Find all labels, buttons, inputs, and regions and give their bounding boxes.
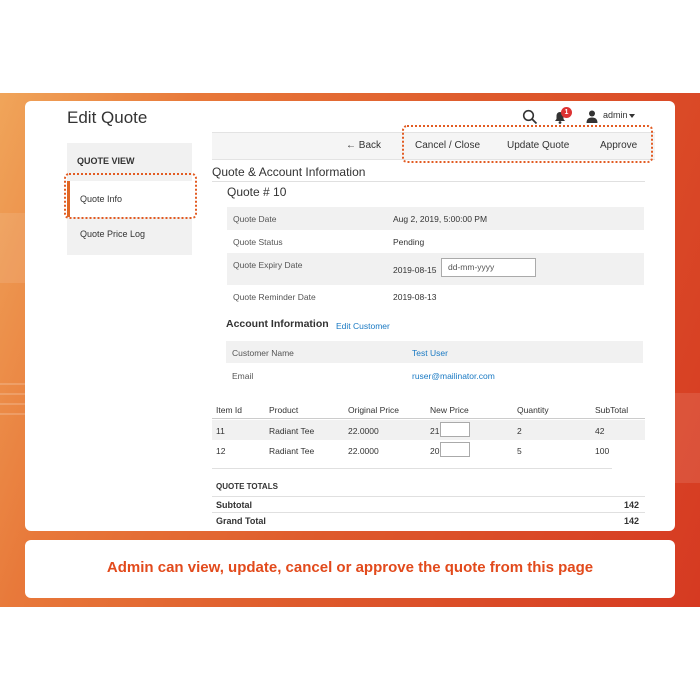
field-label: Quote Status [233,237,283,247]
quote-reminder-row: Quote Reminder Date 2019-08-13 [227,285,644,308]
table-header: Item Id Product Original Price New Price… [212,399,645,419]
quote-date-row: Quote Date Aug 2, 2019, 5:00:00 PM [227,207,644,230]
caption-banner: Admin can view, update, cancel or approv… [25,540,675,598]
section-title: Quote & Account Information [212,165,366,179]
quote-status-row: Quote Status Pending [227,230,644,253]
subtotal-value: 142 [623,500,639,510]
field-label: Customer Name [232,348,294,358]
column-header: SubTotal [595,405,629,415]
email-link[interactable]: ruser@mailinator.com [412,371,495,381]
sidebar-heading: QUOTE VIEW [77,156,135,166]
edit-customer-link[interactable]: Edit Customer [336,321,390,331]
customer-name-link[interactable]: Test User [412,348,448,358]
field-label: Quote Date [233,214,277,224]
customer-name-row: Customer Name Test User [226,341,643,363]
item-quantity: 5 [517,446,522,456]
item-original-price: 22.0000 [348,446,379,456]
subtotal-label: Subtotal [216,500,252,510]
field-value: 2019-08-13 [393,292,437,302]
new-price-input[interactable] [440,422,470,437]
item-product: Radiant Tee [269,426,315,436]
search-icon[interactable] [522,109,538,125]
item-subtotal: 42 [595,426,605,436]
highlight-frame-sidebar [64,173,197,219]
item-id: 12 [216,446,226,456]
notification-badge: 1 [561,107,572,118]
column-header: Product [269,405,299,415]
item-new-price: 21 [430,426,440,436]
grand-total-value: 142 [623,516,639,526]
divider [212,181,645,182]
grand-total-label: Grand Total [216,516,266,526]
new-price-input[interactable] [440,442,470,457]
column-header: Item Id [216,405,242,415]
item-original-price: 22.0000 [348,426,379,436]
divider [212,468,612,469]
quote-number: Quote # 10 [227,185,287,199]
field-label: Email [232,371,254,381]
sidebar-item-quote-price-log[interactable]: Quote Price Log [80,229,145,239]
quote-expiry-row: Quote Expiry Date 2019-08-15 dd-mm-yyyy [227,253,644,285]
subtotal-row: Subtotal 142 [212,496,645,512]
totals-heading: QUOTE TOTALS [216,482,278,491]
email-row: Email ruser@mailinator.com [226,364,643,386]
admin-panel-card: Edit Quote 1 admin QUOTE VIEW Quote Info… [25,101,675,531]
field-value: Pending [393,237,425,247]
table-row: 11 Radiant Tee 22.0000 21 2 42 [212,420,645,440]
item-subtotal: 100 [595,446,610,456]
admin-user-menu[interactable]: admin [603,110,628,120]
highlight-frame-actions [402,125,653,163]
column-header: Original Price [348,405,400,415]
field-value: 2019-08-15 [393,265,437,275]
chevron-down-icon[interactable] [629,114,635,118]
grand-total-row: Grand Total 142 [212,512,645,528]
column-header: Quantity [517,405,549,415]
item-id: 11 [216,426,225,436]
field-label: Quote Reminder Date [233,292,316,302]
item-new-price: 20 [430,446,440,456]
page-title: Edit Quote [67,108,148,127]
item-product: Radiant Tee [269,446,315,456]
account-info-title: Account Information [226,318,329,330]
expiry-date-input[interactable]: dd-mm-yyyy [441,258,536,277]
column-header: New Price [430,405,469,415]
field-label: Quote Expiry Date [233,260,303,270]
item-quantity: 2 [517,426,522,436]
caption-text: Admin can view, update, cancel or approv… [106,559,594,576]
field-value: Aug 2, 2019, 5:00:00 PM [393,214,488,224]
table-row: 12 Radiant Tee 22.0000 20 5 100 [212,440,645,460]
back-button[interactable]: ← Back [346,140,381,151]
user-icon [586,110,598,123]
stage: Edit Quote 1 admin QUOTE VIEW Quote Info… [0,0,700,700]
